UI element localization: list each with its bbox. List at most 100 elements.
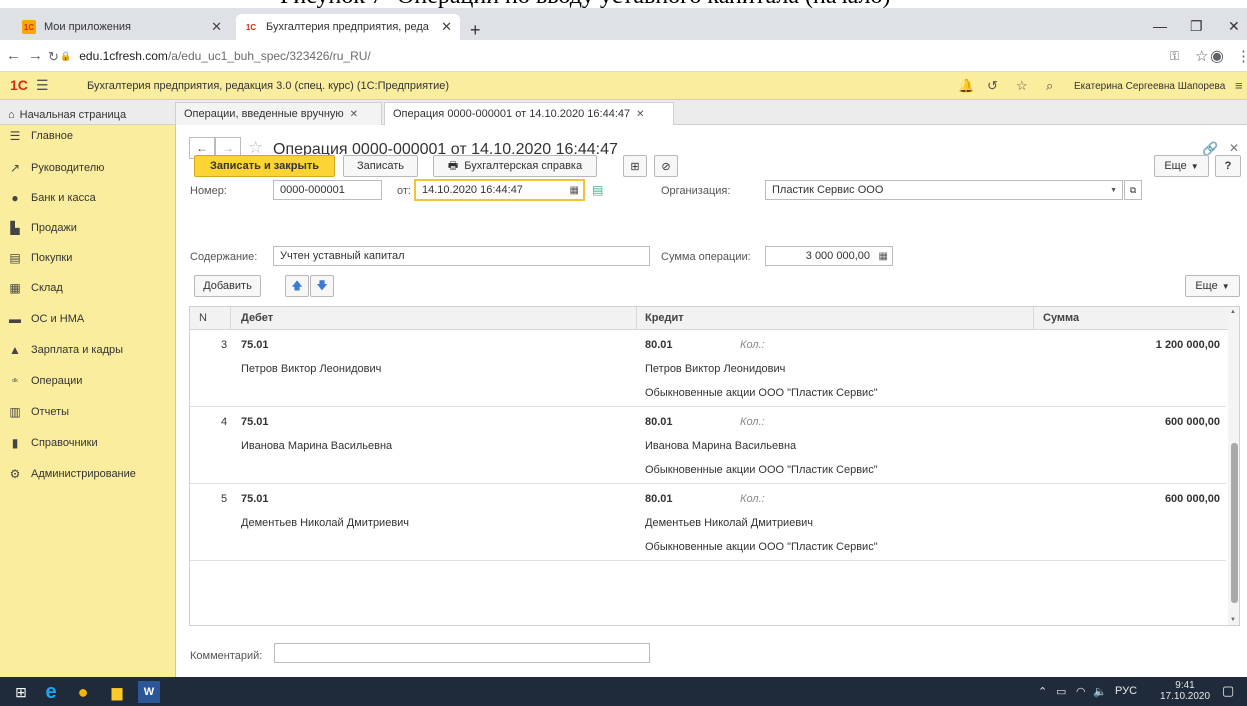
minimize-icon[interactable]: —	[1153, 18, 1167, 34]
credit-subconto-1[interactable]: Дементьев Николай Дмитриевич	[645, 517, 813, 529]
org-field[interactable]: Пластик Сервис ООО ▼	[765, 180, 1123, 200]
move-down-button[interactable]: 🡇	[310, 275, 334, 297]
content-field[interactable]: Учтен уставный капитал	[273, 246, 650, 266]
hamburger-icon[interactable]: ☰	[36, 77, 49, 94]
wifi-icon[interactable]: ◠	[1076, 685, 1086, 698]
close-tab-icon[interactable]: ✕	[211, 19, 222, 35]
key-icon[interactable]: ⚿	[1170, 49, 1179, 64]
sidebar-item-admin[interactable]: ⚙ Администрирование	[0, 463, 176, 485]
col-sum-header[interactable]: Сумма	[1043, 312, 1079, 324]
attach-button[interactable]: ⊘	[654, 155, 678, 177]
col-debit-header[interactable]: Дебет	[241, 312, 273, 324]
move-up-button[interactable]: 🡅	[285, 275, 309, 297]
row-sum[interactable]: 600 000,00	[1126, 493, 1220, 505]
word-icon[interactable]: W	[138, 681, 160, 703]
credit-subconto-2[interactable]: Обыкновенные акции ООО "Пластик Сервис"	[645, 541, 878, 553]
credit-account[interactable]: 80.01	[645, 339, 673, 351]
tray-arrow-icon[interactable]: ⌃	[1038, 685, 1047, 698]
save-button[interactable]: Записать	[343, 155, 418, 177]
save-close-button[interactable]: Записать и закрыть	[194, 155, 335, 177]
new-tab-icon[interactable]: +	[470, 20, 481, 41]
window-close-icon[interactable]: ✕	[1228, 18, 1240, 35]
settings-menu-icon[interactable]: ≡	[1235, 78, 1243, 93]
favorites-star-icon[interactable]: ☆	[1016, 78, 1028, 94]
debit-account[interactable]: 75.01	[241, 493, 269, 505]
number-field[interactable]: 0000-000001	[273, 180, 382, 200]
forward-icon[interactable]: →	[28, 47, 43, 64]
url-field[interactable]: 🔒 edu.1cfresh.com/a/edu_uc1_buh_spec/323…	[60, 49, 371, 63]
help-button[interactable]: ?	[1215, 155, 1241, 177]
search-icon[interactable]: ⌕	[1046, 78, 1053, 94]
scroll-down-icon[interactable]: ▼	[1230, 617, 1236, 623]
sidebar-item-assets[interactable]: ▬ ОС и НМА	[0, 308, 176, 330]
debit-account[interactable]: 75.01	[241, 416, 269, 428]
calendar-icon[interactable]: ▦	[570, 185, 579, 196]
battery-icon[interactable]: ▭	[1056, 685, 1066, 698]
reload-icon[interactable]: ↻	[48, 49, 59, 65]
post-doc-icon[interactable]: ▤	[592, 183, 603, 197]
row-sum[interactable]: 1 200 000,00	[1126, 339, 1220, 351]
browser-tab-accounting[interactable]: 1С Бухгалтерия предприятия, реда ✕	[236, 14, 460, 40]
close-icon[interactable]: ✕	[636, 109, 644, 120]
debit-subconto[interactable]: Иванова Марина Васильевна	[241, 440, 392, 452]
windows-start-icon[interactable]: ⊞	[10, 681, 32, 703]
col-credit-header[interactable]: Кредит	[645, 312, 684, 324]
comment-field[interactable]	[274, 643, 650, 663]
tab-manual-operations[interactable]: Операции, введенные вручную ✕	[175, 102, 382, 125]
credit-subconto-1[interactable]: Иванова Марина Васильевна	[645, 440, 796, 452]
tab-home[interactable]: ⌂ Начальная страница	[0, 103, 134, 126]
more-button[interactable]: Еще ▼	[1154, 155, 1209, 177]
dropdown-icon[interactable]: ▼	[1110, 187, 1117, 194]
debit-account[interactable]: 75.01	[241, 339, 269, 351]
sidebar-item-salary[interactable]: ▲ Зарплата и кадры	[0, 339, 176, 361]
user-name[interactable]: Екатерина Сергеевна Шапорева	[1074, 81, 1225, 92]
debit-subconto[interactable]: Петров Виктор Леонидович	[241, 363, 381, 375]
edge-icon[interactable]: e	[40, 681, 62, 703]
chrome-icon[interactable]: ●	[72, 681, 94, 703]
credit-account[interactable]: 80.01	[645, 416, 673, 428]
sidebar-item-manager[interactable]: ↗ Руководителю	[0, 157, 176, 179]
scrollbar-thumb[interactable]	[1231, 443, 1238, 603]
credit-subconto-2[interactable]: Обыкновенные акции ООО "Пластик Сервис"	[645, 387, 878, 399]
sidebar-item-warehouse[interactable]: ▦ Склад	[0, 277, 176, 299]
profile-icon[interactable]: ◉	[1210, 46, 1224, 66]
sum-field[interactable]: 3 000 000,00 ▦	[765, 246, 893, 266]
sidebar-item-references[interactable]: ▮ Справочники	[0, 432, 176, 454]
sidebar-item-reports[interactable]: ▥ Отчеты	[0, 401, 176, 423]
sidebar-item-bank[interactable]: ● Банк и касса	[0, 187, 176, 209]
structure-button[interactable]: ⊞	[623, 155, 647, 177]
close-tab-icon[interactable]: ✕	[441, 19, 452, 35]
row-sum[interactable]: 600 000,00	[1126, 416, 1220, 428]
open-org-button[interactable]: ⧉	[1124, 180, 1142, 200]
debit-subconto[interactable]: Дементьев Николай Дмитриевич	[241, 517, 409, 529]
browser-tab-apps[interactable]: 1С Мои приложения ✕	[14, 14, 230, 40]
table-more-button[interactable]: Еще ▼	[1185, 275, 1240, 297]
credit-account[interactable]: 80.01	[645, 493, 673, 505]
credit-subconto-2[interactable]: Обыкновенные акции ООО "Пластик Сервис"	[645, 464, 878, 476]
browser-menu-icon[interactable]: ⋮	[1236, 47, 1247, 65]
entries-table[interactable]: N Дебет Кредит Сумма 3 75.01 Петров Викт…	[189, 306, 1240, 626]
sidebar-item-purchases[interactable]: ▤ Покупки	[0, 247, 176, 269]
tab-operation[interactable]: Операция 0000-000001 от 14.10.2020 16:44…	[384, 102, 674, 125]
history-icon[interactable]: ↺	[987, 78, 998, 94]
close-form-icon[interactable]: ✕	[1229, 141, 1239, 155]
sidebar-item-main[interactable]: ☰ Главное	[0, 125, 176, 147]
col-n-header[interactable]: N	[199, 312, 207, 324]
notifications-icon[interactable]: ▢	[1222, 683, 1234, 699]
bell-icon[interactable]: 🔔	[958, 78, 974, 94]
back-icon[interactable]: ←	[6, 47, 21, 64]
report-button[interactable]: 🖶 Бухгалтерская справка	[433, 155, 597, 177]
close-icon[interactable]: ✕	[350, 109, 358, 120]
star-icon[interactable]: ☆	[1195, 47, 1208, 65]
file-explorer-icon[interactable]: ▆	[106, 681, 128, 703]
maximize-icon[interactable]: ❐	[1190, 18, 1203, 35]
language-indicator[interactable]: РУС	[1115, 685, 1137, 697]
date-field[interactable]: 14.10.2020 16:44:47 ▦	[414, 179, 585, 201]
sidebar-item-operations[interactable]: ᵈᵏ Операции	[0, 370, 176, 392]
sidebar-item-sales[interactable]: ▙ Продажи	[0, 217, 176, 239]
scroll-up-icon[interactable]: ▲	[1230, 309, 1236, 315]
volume-icon[interactable]: 🔈	[1093, 685, 1107, 698]
clock[interactable]: 9:41 17.10.2020	[1160, 680, 1210, 702]
calculator-icon[interactable]: ▦	[879, 251, 888, 262]
add-row-button[interactable]: Добавить	[194, 275, 261, 297]
